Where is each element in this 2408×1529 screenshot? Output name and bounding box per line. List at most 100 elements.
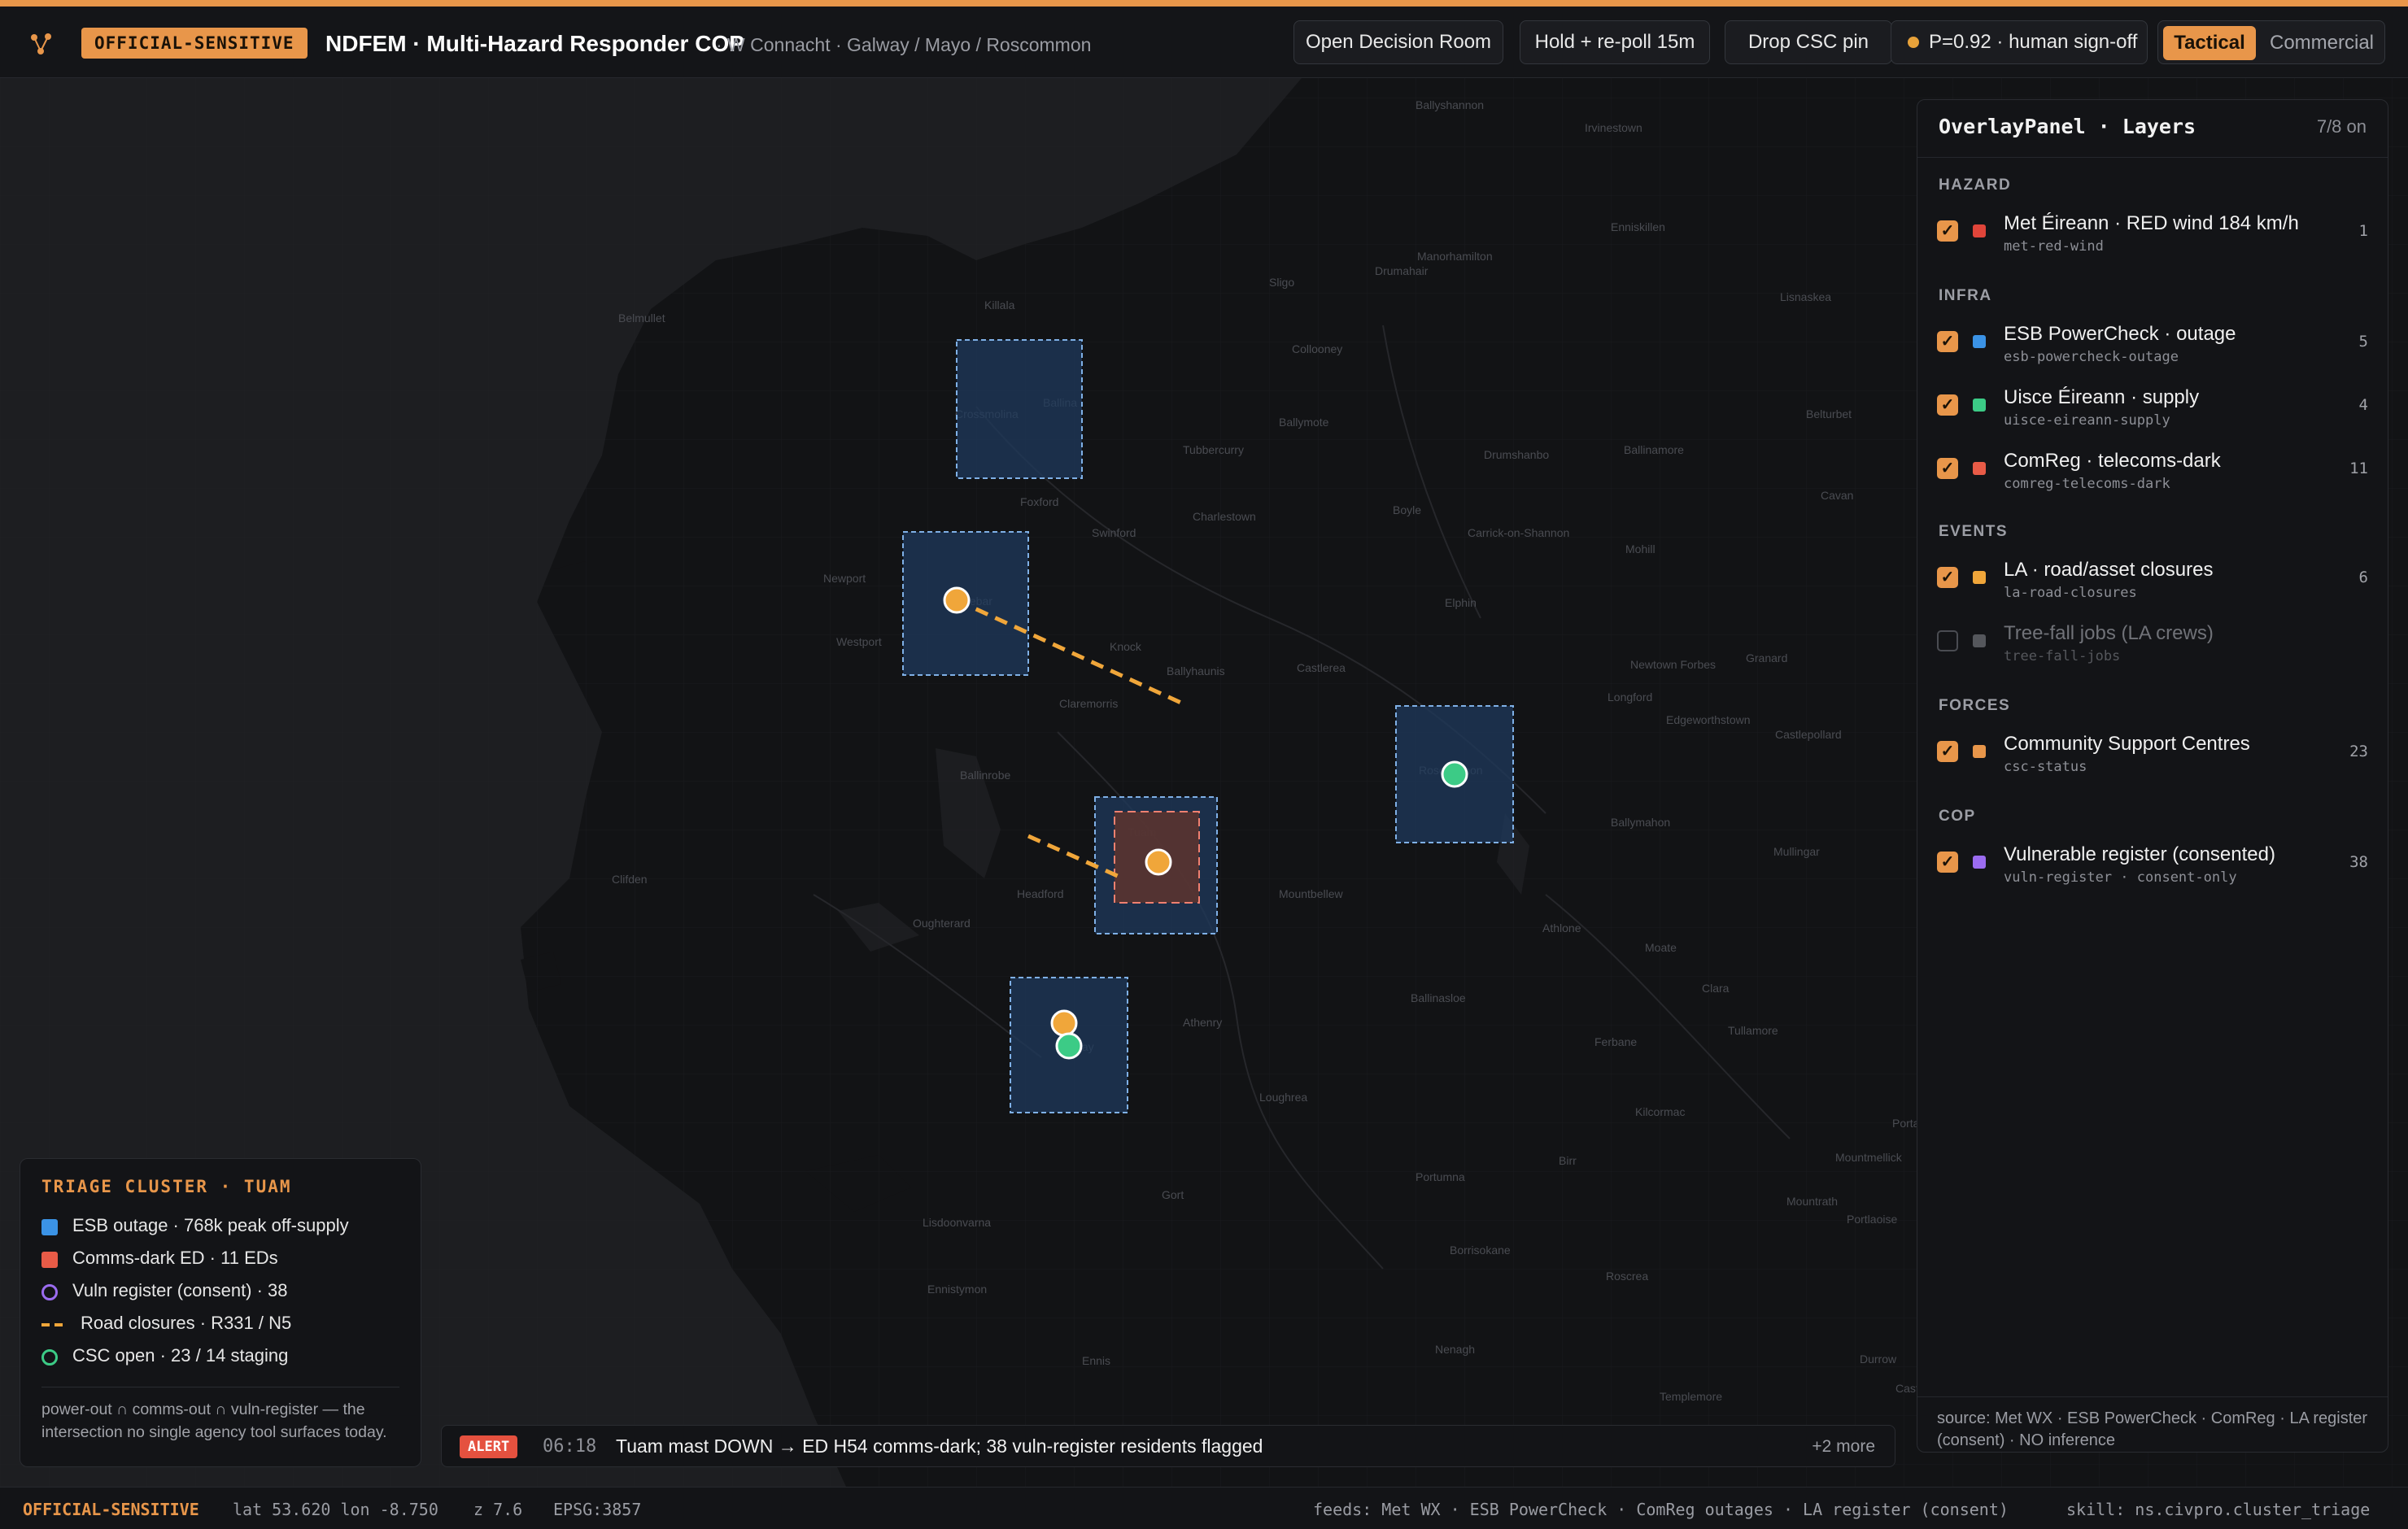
status-bar: OFFICIAL-SENSITIVE lat 53.620 lon -8.750… <box>0 1487 2408 1529</box>
place-label: Clifden <box>612 873 648 886</box>
triage-item-label: Comms-dark ED · 11 EDs <box>72 1248 278 1268</box>
place-label: Tubbercurry <box>1183 443 1244 456</box>
layer-count: 4 <box>2358 396 2368 414</box>
place-label: Mountmellick <box>1835 1151 1903 1164</box>
place-label: Templemore <box>1660 1390 1722 1403</box>
blue-square-icon <box>41 1219 58 1235</box>
layer-name: ComReg · telecoms-dark <box>2004 450 2221 472</box>
place-label: Clara <box>1702 982 1730 995</box>
closure-marker-tuam[interactable] <box>1145 848 1172 876</box>
layer-checkbox[interactable]: ✓ <box>1937 741 1958 762</box>
panel-title: OverlayPanel · Layers <box>1939 115 2196 138</box>
layer-key: met-red-wind <box>2004 238 2104 255</box>
place-label: Loughrea <box>1259 1091 1307 1104</box>
triage-cluster-card: TRIAGE CLUSTER · TUAM ESB outage · 768k … <box>20 1158 421 1467</box>
layer-row-uisce-supply[interactable]: ✓ Uisce Éireann · supply uisce-eireann-s… <box>1937 385 2368 437</box>
triage-item-label: Road closures · R331 / N5 <box>81 1313 292 1333</box>
closure-marker-castlebar[interactable] <box>943 586 971 614</box>
layer-name: Vulnerable register (consented) <box>2004 843 2275 865</box>
place-label: Mohill <box>1625 542 1656 555</box>
layer-color-swatch <box>1973 399 1986 412</box>
layer-count: 1 <box>2358 222 2368 240</box>
group-label-forces: FORCES <box>1939 697 2011 714</box>
status-coords: lat 53.620 lon -8.750 <box>233 1500 438 1519</box>
layer-checkbox[interactable]: ✓ <box>1937 567 1958 588</box>
place-label: Westport <box>836 635 882 648</box>
layer-row-met-red-wind[interactable]: ✓ Met Éireann · RED wind 184 km/h met-re… <box>1937 211 2368 263</box>
layer-key: tree-fall-jobs <box>2004 648 2121 664</box>
layer-checkbox[interactable]: ✓ <box>1937 852 1958 873</box>
probability-status-dot <box>1908 37 1919 48</box>
place-label: Drumshanbo <box>1484 448 1549 461</box>
closure-marker-galway[interactable] <box>1050 1009 1078 1037</box>
network-logo-icon[interactable] <box>24 28 57 60</box>
classification-badge: OFFICIAL-SENSITIVE <box>81 28 308 59</box>
probability-label: P=0.92 · human sign-off <box>1929 31 2138 53</box>
place-label: Birr <box>1559 1154 1577 1167</box>
place-label: Ferbane <box>1594 1035 1637 1048</box>
top-accent-line <box>0 0 2408 7</box>
layer-key: esb-powercheck-outage <box>2004 349 2179 365</box>
place-label: Lisnaskea <box>1780 290 1831 303</box>
drop-csc-pin-button[interactable]: Drop CSC pin <box>1725 20 1892 64</box>
place-label: Roscrea <box>1606 1270 1648 1283</box>
layer-row-vuln-register[interactable]: ✓ Vulnerable register (consented) vuln-r… <box>1937 842 2368 894</box>
layer-name: Community Support Centres <box>2004 733 2250 755</box>
layer-count: 11 <box>2349 460 2368 477</box>
alert-more-link[interactable]: +2 more <box>1812 1437 1875 1457</box>
place-label: Ennistymon <box>927 1283 987 1296</box>
layer-row-esb-outage[interactable]: ✓ ESB PowerCheck · outage esb-powercheck… <box>1937 321 2368 373</box>
place-label: Enniskillen <box>1611 220 1665 233</box>
place-label: Killala <box>984 298 1015 311</box>
mode-tactical-tab[interactable]: Tactical <box>2163 26 2256 60</box>
place-label: Collooney <box>1292 342 1342 355</box>
status-zoom: z 7.6 <box>473 1500 523 1519</box>
red-square-icon <box>41 1252 58 1268</box>
layer-row-csc-status[interactable]: ✓ Community Support Centres csc-status 2… <box>1937 731 2368 783</box>
app-header: OFFICIAL-SENSITIVE NDFEM · Multi-Hazard … <box>0 7 2408 78</box>
layer-checkbox[interactable]: ✓ <box>1937 394 1958 416</box>
layer-checkbox[interactable]: ✓ <box>1937 458 1958 479</box>
layer-name: Uisce Éireann · supply <box>2004 386 2200 408</box>
probability-signoff-button[interactable]: P=0.92 · human sign-off <box>1891 20 2148 64</box>
place-label: Nenagh <box>1435 1343 1475 1356</box>
place-label: Claremorris <box>1059 697 1118 710</box>
group-label-events: EVENTS <box>1939 523 2009 540</box>
hold-repoll-button[interactable]: Hold + re-poll 15m <box>1520 20 1710 64</box>
place-label: Charlestown <box>1193 510 1256 523</box>
place-label: Lisdoonvarna <box>923 1216 991 1229</box>
layer-checkbox[interactable]: ✓ <box>1937 630 1958 651</box>
csc-marker-galway[interactable] <box>1055 1032 1083 1060</box>
layer-row-la-closures[interactable]: ✓ LA · road/asset closures la-road-closu… <box>1937 557 2368 609</box>
place-label: Castlepollard <box>1775 728 1842 741</box>
place-label: Swinford <box>1092 526 1136 539</box>
place-label: Durrow <box>1860 1353 1897 1366</box>
orange-dash-icon <box>41 1323 68 1326</box>
layer-color-swatch <box>1973 745 1986 758</box>
layer-checkbox[interactable]: ✓ <box>1937 331 1958 352</box>
csc-marker-roscommon[interactable] <box>1441 760 1468 788</box>
layer-name: Met Éireann · RED wind 184 km/h <box>2004 212 2299 234</box>
region-subtitle: · W Connacht · Galway / Mayo / Roscommon <box>716 34 1092 55</box>
triage-item-label: ESB outage · 768k peak off-supply <box>72 1215 349 1235</box>
layer-count: 38 <box>2349 853 2368 871</box>
place-label: Ballinasloe <box>1411 991 1466 1004</box>
layer-row-tree-fall[interactable]: ✓ Tree-fall jobs (LA crews) tree-fall-jo… <box>1937 621 2368 673</box>
layer-count: 5 <box>2358 333 2368 351</box>
mode-commercial-tab[interactable]: Commercial <box>2264 26 2380 60</box>
status-skill: skill: ns.civpro.cluster_triage <box>2066 1500 2371 1519</box>
green-ring-icon <box>41 1349 58 1366</box>
place-label: Ballinrobe <box>960 769 1010 782</box>
place-label: Newtown Forbes <box>1630 658 1716 671</box>
place-label: Oughterard <box>913 917 971 930</box>
alert-bar[interactable]: ALERT 06:18 Tuam mast DOWN → ED H54 comm… <box>441 1425 1895 1467</box>
place-label: Manorhamilton <box>1417 250 1493 263</box>
alert-tag: ALERT <box>460 1435 518 1458</box>
layer-checkbox[interactable]: ✓ <box>1937 220 1958 242</box>
layer-key: csc-status <box>2004 759 2087 775</box>
layer-row-comreg-dark[interactable]: ✓ ComReg · telecoms-dark comreg-telecoms… <box>1937 448 2368 500</box>
group-label-cop: COP <box>1939 808 1976 825</box>
cluster-box-ballina[interactable] <box>956 339 1083 479</box>
status-classification: OFFICIAL-SENSITIVE <box>23 1500 199 1519</box>
open-decision-room-button[interactable]: Open Decision Room <box>1293 20 1503 64</box>
